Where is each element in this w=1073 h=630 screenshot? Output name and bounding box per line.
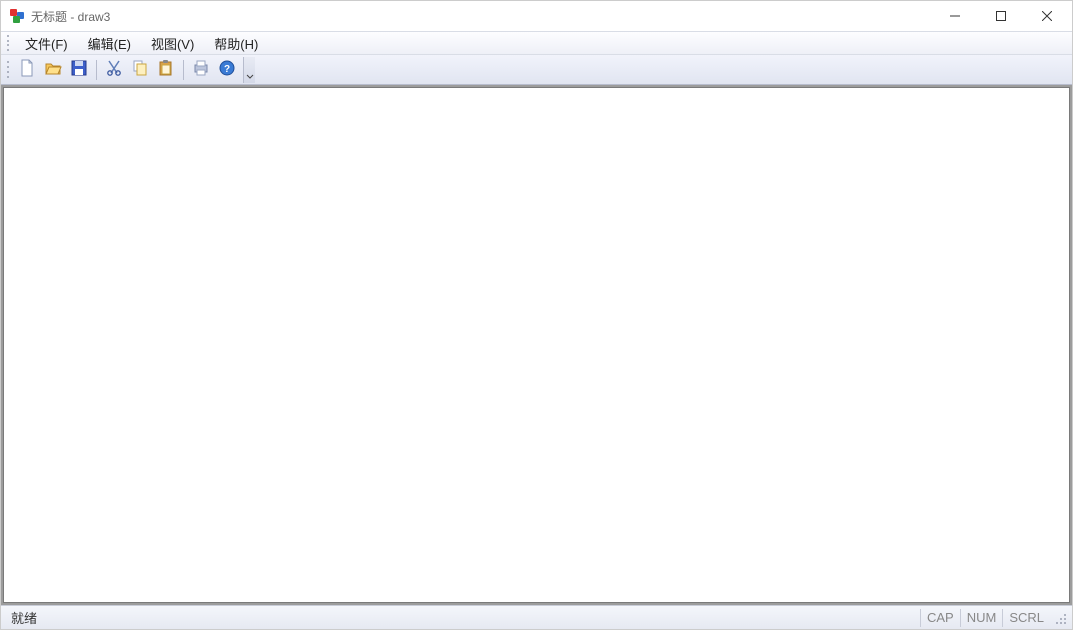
paste-icon <box>157 59 175 80</box>
menu-view[interactable]: 视图(V) <box>141 32 204 55</box>
window-controls <box>932 1 1070 31</box>
resize-grip-icon[interactable] <box>1052 610 1068 626</box>
window-title: 无标题 - draw3 <box>31 8 110 25</box>
open-button[interactable] <box>41 58 65 82</box>
print-icon <box>192 59 210 80</box>
maximize-button[interactable] <box>978 1 1024 31</box>
copy-button[interactable] <box>128 58 152 82</box>
menubar-grip-icon[interactable] <box>5 34 11 52</box>
status-scrl: SCRL <box>1002 609 1050 627</box>
status-cap: CAP <box>920 609 960 627</box>
menu-help[interactable]: 帮助(H) <box>204 32 268 55</box>
copy-icon <box>131 59 149 80</box>
toolbar-overflow-button[interactable] <box>243 57 255 83</box>
svg-text:?: ? <box>224 64 230 75</box>
cut-scissors-icon <box>105 59 123 80</box>
open-folder-icon <box>44 59 62 80</box>
new-file-icon <box>18 59 36 80</box>
menubar: 文件(F) 编辑(E) 视图(V) 帮助(H) <box>1 31 1072 55</box>
status-num: NUM <box>960 609 1003 627</box>
toolbar-grip-icon[interactable] <box>5 60 11 80</box>
titlebar: 无标题 - draw3 <box>1 1 1072 31</box>
new-button[interactable] <box>15 58 39 82</box>
save-button[interactable] <box>67 58 91 82</box>
canvas-area <box>1 85 1072 605</box>
menu-edit[interactable]: 编辑(E) <box>78 32 141 55</box>
cut-button[interactable] <box>102 58 126 82</box>
help-about-icon: ? <box>218 59 236 80</box>
app-icon <box>9 8 25 24</box>
menu-file[interactable]: 文件(F) <box>15 32 78 55</box>
drawing-canvas[interactable] <box>3 87 1070 603</box>
save-disk-icon <box>70 59 88 80</box>
toolbar-separator <box>183 60 184 80</box>
minimize-button[interactable] <box>932 1 978 31</box>
about-button[interactable]: ? <box>215 58 239 82</box>
toolbar-separator <box>96 60 97 80</box>
paste-button[interactable] <box>154 58 178 82</box>
close-button[interactable] <box>1024 1 1070 31</box>
toolbar: ? <box>1 55 1072 85</box>
status-ready: 就绪 <box>5 608 43 627</box>
print-button[interactable] <box>189 58 213 82</box>
statusbar: 就绪 CAP NUM SCRL <box>1 605 1072 629</box>
